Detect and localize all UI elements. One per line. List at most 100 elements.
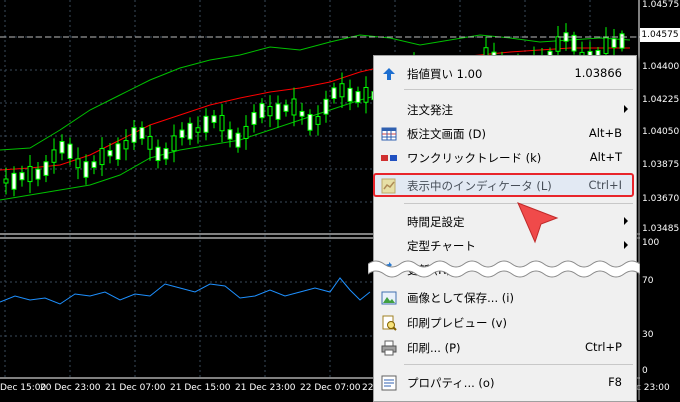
time-tick: c 23:00 — [636, 383, 670, 393]
print-preview-icon — [382, 315, 397, 331]
candle-body — [99, 148, 105, 166]
menu-item-label: 印刷プレビュー (v) — [407, 316, 507, 330]
candle-body — [163, 148, 169, 160]
price-tick: 1.03670 — [642, 194, 680, 204]
candle-body — [75, 158, 81, 169]
candle-body — [307, 113, 313, 131]
candle-body — [355, 91, 361, 103]
candle-body — [179, 129, 185, 139]
candle-body — [155, 146, 161, 162]
candle-body — [571, 34, 577, 52]
candle-body — [219, 114, 225, 132]
up-arrow-icon — [383, 68, 395, 80]
candle-body — [331, 87, 337, 99]
candle-body — [243, 125, 249, 139]
properties-icon — [381, 375, 397, 391]
price-tick: 1.03875 — [642, 160, 680, 170]
image-icon — [381, 291, 397, 305]
menu-item-shortcut: Alt+B — [588, 126, 622, 140]
menu-item-label: プロパティ... (o) — [407, 376, 495, 390]
time-tick: 21 Dec 15:00 — [170, 383, 231, 393]
time-tick: 20 Dec 23:00 — [40, 383, 101, 393]
candle-body — [171, 135, 177, 152]
menu-item-shortcut: Alt+T — [589, 150, 622, 164]
menu-item-save-as-image[interactable]: 画像として保存... (i) — [374, 286, 636, 310]
grid-icon — [381, 127, 397, 141]
candle-body — [347, 87, 353, 102]
price-tick: 1.04050 — [642, 127, 680, 137]
indicator-tick: 0 — [642, 366, 648, 376]
menu-separator — [404, 364, 633, 365]
submenu-arrow-icon — [624, 217, 628, 225]
candle-body — [315, 116, 321, 125]
menu-item-label: 画像として保存... (i) — [407, 291, 514, 305]
menu-separator — [404, 89, 633, 90]
menu-item-label: 定型チャート — [407, 239, 476, 253]
candle-body — [259, 103, 265, 119]
menu-item-label: 印刷... (P) — [407, 341, 461, 355]
candle-body — [323, 98, 329, 115]
chart-context-menu: 指値買い 1.00 1.03866 注文発注 板注文画面 (D) Alt+B ワ… — [373, 55, 637, 402]
price-tick: 1.04400 — [642, 62, 680, 72]
printer-icon — [381, 340, 397, 356]
pointer-cursor-icon — [517, 202, 559, 244]
menu-item-label: ワンクリックトレード (k) — [407, 151, 542, 165]
candle-body — [83, 161, 89, 178]
menu-item-timeframes[interactable]: 時間足設定 — [374, 210, 636, 234]
indicator-tick: 30 — [642, 330, 654, 340]
candle-body — [299, 110, 305, 117]
candle-body — [35, 168, 41, 180]
candle-body — [139, 127, 145, 140]
candle-body — [107, 150, 113, 157]
candle-body — [187, 122, 193, 140]
candle-body — [363, 87, 369, 103]
candle-body — [619, 33, 625, 49]
menu-item-label: 板注文画面 (D) — [407, 127, 486, 141]
candle-body — [123, 140, 129, 150]
submenu-arrow-icon — [624, 105, 628, 113]
menu-item-depth-of-market[interactable]: 板注文画面 (D) Alt+B — [374, 122, 636, 146]
candle-body — [67, 143, 73, 159]
candle-body — [275, 103, 281, 120]
menu-item-label: 時間足設定 — [407, 215, 465, 229]
price-tick: 1.04575 — [642, 0, 680, 10]
candle-body — [603, 37, 609, 54]
candle-body — [235, 132, 241, 148]
menu-item-templates[interactable]: 定型チャート — [374, 234, 636, 258]
torn-edge-effect — [368, 260, 640, 278]
candle-body — [43, 161, 49, 176]
menu-item-shortcut: F8 — [608, 375, 622, 389]
time-tick: 22 — [362, 383, 374, 393]
menu-item-label: 指値買い 1.00 — [407, 67, 483, 81]
candle-body — [291, 98, 297, 116]
indicator-tick: 70 — [642, 276, 654, 286]
candle-body — [227, 129, 233, 140]
menu-item-buy-limit[interactable]: 指値買い 1.00 1.03866 — [374, 62, 636, 86]
candle-body — [195, 127, 201, 133]
candle-body — [147, 135, 153, 150]
price-tick: 1.04225 — [642, 95, 680, 105]
candle-body — [211, 115, 217, 123]
time-tick: 22 Dec 07:00 — [300, 383, 361, 393]
candle-body — [131, 127, 137, 143]
candle-body — [11, 172, 17, 190]
indicator-tick: 100 — [642, 238, 660, 248]
candle-body — [203, 115, 209, 133]
candle-body — [339, 83, 345, 98]
one-click-icon — [381, 155, 397, 161]
candle-body — [283, 104, 289, 112]
time-tick: 21 Dec 07:00 — [105, 383, 166, 393]
menu-item-print-preview[interactable]: 印刷プレビュー (v) — [374, 311, 636, 335]
menu-item-properties[interactable]: プロパティ... (o) F8 — [374, 371, 636, 395]
menu-item-new-order[interactable]: 注文発注 — [374, 98, 636, 122]
current-price-marker: 1.04575 — [640, 28, 680, 42]
candle-body — [611, 38, 617, 48]
candle-body — [3, 178, 9, 184]
candle-body — [115, 143, 121, 160]
candle-body — [91, 161, 97, 169]
candle-body — [251, 112, 257, 125]
menu-item-label: 注文発注 — [407, 103, 453, 117]
menu-item-print[interactable]: 印刷... (P) Ctrl+P — [374, 336, 636, 360]
menu-item-one-click-trading[interactable]: ワンクリックトレード (k) Alt+T — [374, 146, 636, 170]
candle-body — [267, 106, 273, 117]
